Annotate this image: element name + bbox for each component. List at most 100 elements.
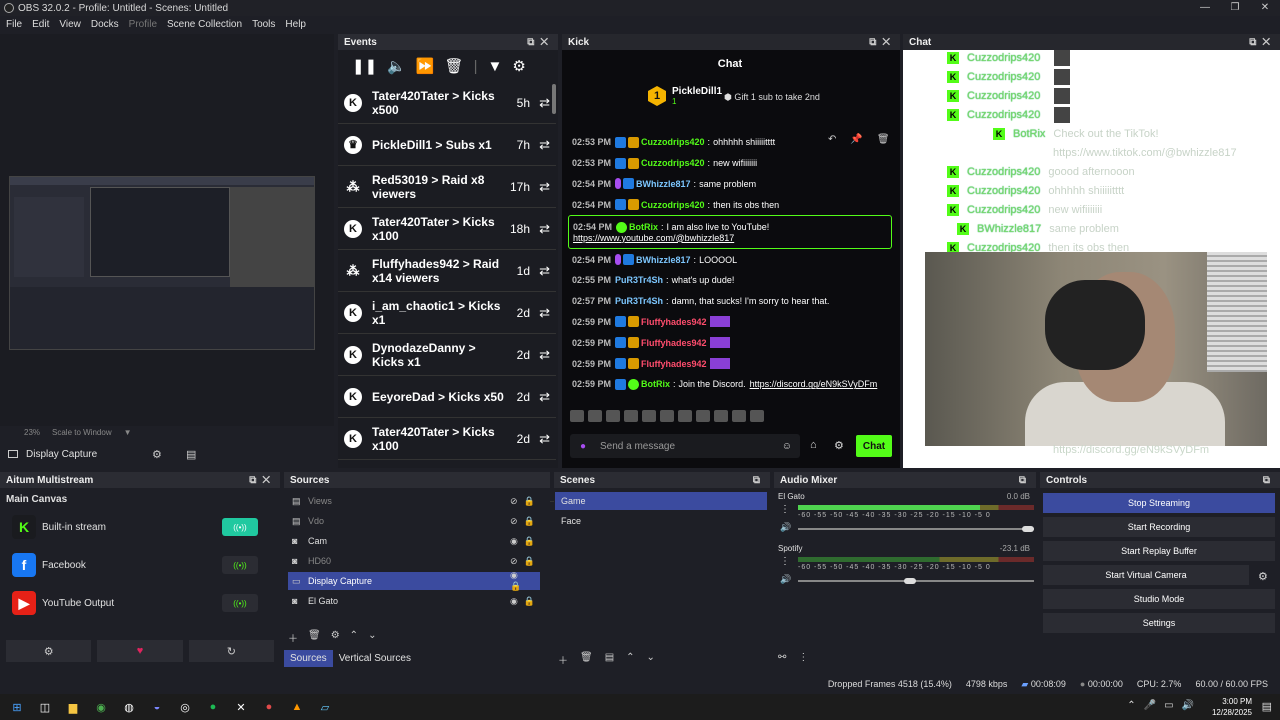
gear-icon[interactable]: ⚙ xyxy=(512,57,525,75)
event-row[interactable]: K Tater420Tater > Kicks x100 18h ⇄ xyxy=(338,208,556,250)
link-icon[interactable]: ⚯ xyxy=(778,652,786,663)
notification-icon[interactable]: ▤ xyxy=(1262,700,1272,713)
dock-controls[interactable]: ⧉✕ xyxy=(527,37,554,48)
volume-slider-handle[interactable] xyxy=(904,578,916,584)
volume-icon[interactable]: 🔈 xyxy=(387,57,406,75)
gear-icon[interactable]: ⚙ xyxy=(152,448,162,461)
replay-icon[interactable]: ⇄ xyxy=(539,221,550,237)
visibility-lock-icons[interactable]: ◉🔒 xyxy=(510,536,541,547)
dock-controls[interactable]: ⧉ xyxy=(1019,475,1032,486)
event-row[interactable]: ♛ PickleDill1 > Subs x1 7h ⇄ xyxy=(338,124,556,166)
replay-icon[interactable]: ⇄ xyxy=(539,305,550,321)
steam-icon[interactable]: ◍ xyxy=(122,700,136,714)
emote-icon[interactable] xyxy=(696,410,710,422)
dock-controls[interactable]: ⧉✕ xyxy=(249,475,276,486)
replay-icon[interactable]: ⇄ xyxy=(539,389,550,405)
menu-file[interactable]: File xyxy=(6,19,22,30)
volume-slider-handle[interactable] xyxy=(1022,526,1034,532)
app-icon[interactable]: ✕ xyxy=(234,700,248,714)
start-recording-button[interactable]: Start Recording xyxy=(1043,517,1275,537)
trash-icon[interactable]: 🗑 xyxy=(308,630,321,645)
app-icon[interactable]: ▱ xyxy=(318,700,332,714)
message-username[interactable]: PuR3Tr4Sh xyxy=(615,296,663,306)
vlc-icon[interactable]: ▲ xyxy=(290,700,304,714)
send-chat-button[interactable]: Chat xyxy=(856,435,892,457)
message-username[interactable]: Cuzzodrips420 xyxy=(641,200,705,210)
tab-vertical-sources[interactable]: Vertical Sources xyxy=(333,650,417,667)
replay-icon[interactable]: ⇄ xyxy=(539,95,550,111)
visibility-lock-icons[interactable]: ⊘🔒 xyxy=(510,496,541,507)
message-username[interactable]: Cuzzodrips420 xyxy=(641,137,705,147)
filter-panel-icon[interactable]: ▤ xyxy=(605,652,614,667)
volume-slider[interactable] xyxy=(798,578,1034,584)
message-username[interactable]: Fluffyhades942 xyxy=(641,338,707,348)
settings-button[interactable]: Settings xyxy=(1043,613,1275,633)
skip-icon[interactable]: ⏩ xyxy=(416,57,435,75)
studio-mode-button[interactable]: Studio Mode xyxy=(1043,589,1275,609)
emoji-icon[interactable]: ☺ xyxy=(782,441,792,452)
volume-slider[interactable] xyxy=(798,526,1034,532)
output-toggle-button[interactable]: ((•)) xyxy=(222,518,258,536)
chrome-icon[interactable]: ◉ xyxy=(94,700,108,714)
menu-tools[interactable]: Tools xyxy=(252,19,275,30)
more-icon[interactable]: ⋮ xyxy=(798,652,808,663)
heart-icon[interactable]: ♥ xyxy=(97,640,183,662)
event-row[interactable]: K EeyoreDad > Kicks x50 2d ⇄ xyxy=(338,376,556,418)
event-row[interactable]: ⁂ Red53019 > Raid x8 viewers 17h ⇄ xyxy=(338,166,556,208)
message-username[interactable]: Fluffyhades942 xyxy=(641,317,707,327)
message-username[interactable]: PuR3Tr4Sh xyxy=(615,275,663,285)
volume-icon[interactable]: 🔊 xyxy=(780,574,791,585)
app-icon[interactable]: ● xyxy=(262,700,276,714)
visibility-lock-icons[interactable]: ⊘🔒 xyxy=(510,516,541,527)
chat-message-input[interactable]: ● Send a message ☺ xyxy=(570,434,800,458)
move-down-icon[interactable]: ⌄ xyxy=(368,630,376,645)
scene-row[interactable]: Face xyxy=(555,512,767,530)
replay-icon[interactable]: ⇄ xyxy=(539,263,550,279)
volume-icon[interactable]: 🔊 xyxy=(1182,700,1194,711)
event-row[interactable]: ⁂ Fluffyhades942 > Raid x14 viewers 1d ⇄ xyxy=(338,250,556,292)
emote-icon[interactable] xyxy=(588,410,602,422)
move-up-icon[interactable]: ⌃ xyxy=(626,652,634,667)
discord-icon[interactable]: ◒ xyxy=(150,700,164,714)
move-down-icon[interactable]: ⌄ xyxy=(647,652,655,667)
emote-icon[interactable] xyxy=(570,410,584,422)
add-icon[interactable]: ＋ xyxy=(288,630,298,645)
emote-icon[interactable] xyxy=(660,410,674,422)
pause-icon[interactable]: ❚❚ xyxy=(352,57,377,75)
emote-icon[interactable] xyxy=(732,410,746,422)
replay-icon[interactable]: ⇄ xyxy=(539,431,550,447)
spotify-icon[interactable]: ● xyxy=(206,700,220,714)
emote-icon[interactable] xyxy=(678,410,692,422)
minimize-button[interactable]: — xyxy=(1190,0,1220,16)
close-button[interactable]: ✕ xyxy=(1250,0,1280,16)
maximize-button[interactable]: ❐ xyxy=(1220,0,1250,16)
emote-icon[interactable] xyxy=(714,410,728,422)
gear-icon[interactable]: ⚙ xyxy=(331,630,340,645)
source-row[interactable]: ▭ Display Capture ◉🔒 xyxy=(288,570,540,591)
event-row[interactable]: K Tater420Tater > Kicks x500 5h ⇄ xyxy=(338,82,556,124)
stop-streaming-button[interactable]: Stop Streaming xyxy=(1043,493,1275,513)
more-icon[interactable]: ⋮ xyxy=(780,504,790,515)
tab-sources[interactable]: Sources xyxy=(284,650,333,667)
obs-icon[interactable]: ◎ xyxy=(178,700,192,714)
message-link[interactable]: https://www.youtube.com/@bwhizzle817 xyxy=(573,233,734,243)
emote-icon[interactable] xyxy=(750,410,764,422)
replay-icon[interactable]: ⇄ xyxy=(539,179,550,195)
chevron-up-icon[interactable]: ⌃ xyxy=(1127,700,1135,711)
menu-edit[interactable]: Edit xyxy=(32,19,49,30)
store-icon[interactable]: ⌂ xyxy=(810,439,817,451)
gift-sub-prompt[interactable]: ⬢ Gift 1 sub to take 2nd xyxy=(724,92,820,103)
menu-view[interactable]: View xyxy=(59,19,81,30)
dock-controls[interactable]: ⧉ xyxy=(753,475,766,486)
filter-panel-icon[interactable]: ▤ xyxy=(186,448,196,461)
replay-icon[interactable]: ⇄ xyxy=(539,347,550,363)
volume-icon[interactable]: 🔊 xyxy=(780,522,791,533)
message-link[interactable]: https://discord.gg/eN9kSVyDFm xyxy=(750,379,878,389)
preview-canvas[interactable] xyxy=(0,34,334,426)
filter-icon[interactable]: ▼ xyxy=(487,58,502,75)
gear-icon[interactable]: ⚙ xyxy=(1258,570,1268,583)
start-replay-buffer-button[interactable]: Start Replay Buffer xyxy=(1043,541,1275,561)
start-virtual-camera-button[interactable]: Start Virtual Camera xyxy=(1043,565,1249,585)
add-icon[interactable]: ＋ xyxy=(558,652,568,667)
windows-start-icon[interactable]: ⊞ xyxy=(10,700,24,714)
